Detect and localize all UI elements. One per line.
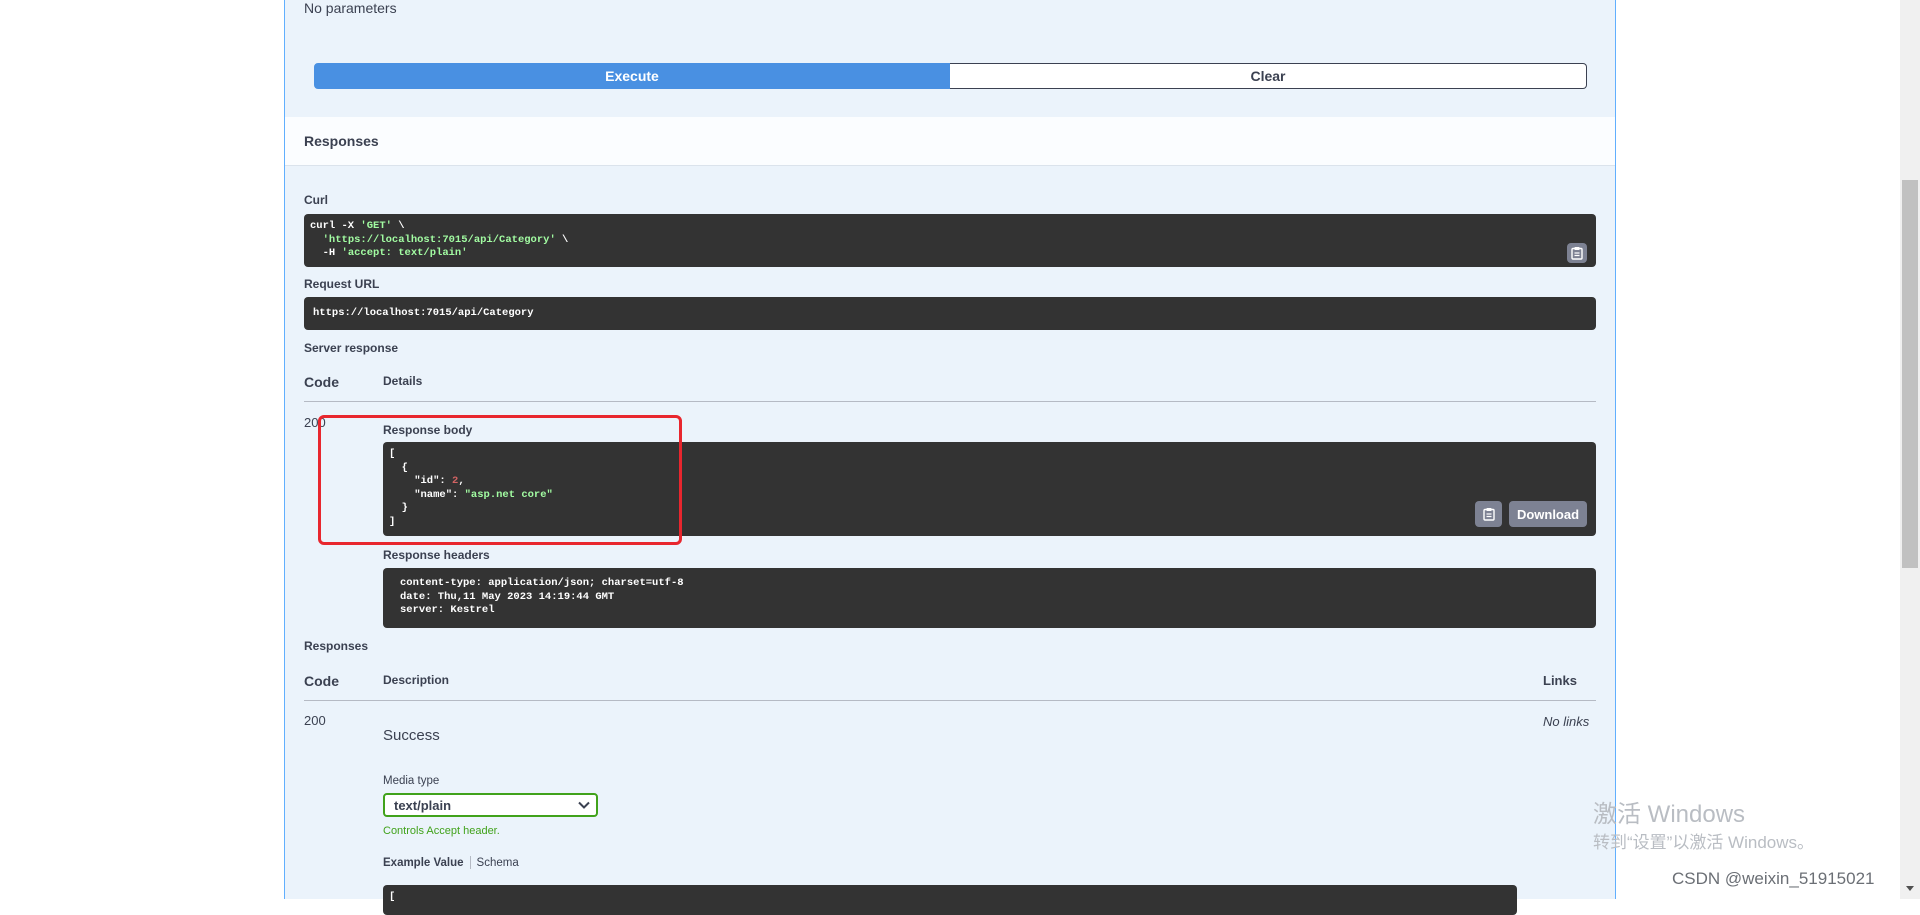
csdn-watermark: CSDN @weixin_51915021 (1672, 869, 1875, 888)
curl-text: \ (391, 220, 405, 232)
operation-block: No parameters Execute Clear Responses Cu… (284, 0, 1616, 915)
json-text: , (458, 475, 465, 487)
tab-divider (469, 856, 471, 869)
json-string: "asp.net core" (464, 488, 553, 501)
json-key: "name": (389, 488, 465, 501)
responses-label: Responses (304, 639, 369, 653)
curl-header: 'accept: text/plain' (341, 247, 468, 259)
example-value-code-block[interactable]: [ (383, 885, 1517, 915)
json-key: "id": (389, 475, 453, 487)
response-body-block[interactable]: [ { "id": 2, "name": "asp.net core" } ] (383, 442, 1596, 536)
download-button[interactable]: Download (1509, 501, 1587, 527)
response-body-label: Response body (383, 423, 473, 437)
json-text: [ (389, 448, 396, 460)
request-url-block[interactable]: https://localhost:7015/api/Category (304, 297, 1596, 330)
curl-text: curl -X (310, 220, 361, 232)
curl-text: \ (555, 233, 569, 246)
responses-section-header: Responses (285, 117, 1615, 166)
scrollbar-thumb[interactable] (1902, 180, 1918, 568)
curl-url: 'https://localhost:7015/api/Category' (322, 233, 556, 246)
responses-divider (304, 700, 1596, 701)
windows-activation-title: 激活 Windows (1593, 801, 1746, 828)
curl-label: Curl (304, 193, 328, 207)
curl-copy-button[interactable] (1567, 243, 1587, 263)
responses-description-header: Description (383, 673, 450, 687)
responses-links-value: No links (1543, 714, 1590, 729)
tab-schema[interactable]: Schema (477, 857, 519, 869)
execute-clear-group: Execute Clear (314, 63, 1587, 89)
curl-text: -H (310, 247, 342, 259)
responses-code: 200 (304, 713, 326, 728)
response-headers-block[interactable]: content-type: application/json; charset=… (383, 568, 1596, 628)
header-line: date: Thu,11 May 2023 14:19:44 GMT (400, 590, 615, 603)
server-response-code: 200 (304, 415, 326, 430)
header-line: content-type: application/json; charset=… (400, 577, 684, 589)
responses-description: Success (383, 727, 440, 744)
json-text: [ (389, 891, 396, 903)
response-headers-label: Response headers (383, 548, 490, 562)
request-url-value: https://localhost:7015/api/Category (313, 307, 534, 319)
scroll-down-arrow-icon[interactable] (1905, 885, 1915, 893)
curl-code-block[interactable]: curl -X 'GET' \ 'https://localhost:7015/… (304, 214, 1596, 267)
server-response-label: Server response (304, 341, 399, 355)
responses-links-header: Links (1543, 673, 1577, 688)
media-type-value: text/plain (394, 797, 452, 813)
clipboard-icon (1482, 508, 1495, 521)
swagger-page: No parameters Execute Clear Responses Cu… (0, 0, 1920, 915)
curl-method: 'GET' (360, 220, 392, 232)
media-type-label: Media type (383, 775, 440, 787)
clipboard-icon (1571, 247, 1583, 260)
server-response-divider (304, 401, 1596, 402)
no-parameters-text: No parameters (304, 0, 397, 16)
server-response-code-header: Code (304, 374, 339, 390)
example-schema-tabs: Example Value Schema (383, 856, 519, 869)
responses-code-header: Code (304, 673, 339, 689)
request-url-label: Request URL (304, 277, 380, 291)
chevron-down-icon (572, 801, 596, 809)
header-line: server: Kestrel (400, 604, 495, 616)
response-body-copy-button[interactable] (1475, 501, 1502, 527)
json-text: { (389, 461, 408, 474)
clear-button[interactable]: Clear (950, 63, 1587, 89)
execute-button[interactable]: Execute (314, 63, 950, 89)
responses-section-title: Responses (304, 133, 379, 149)
json-text: ] (389, 515, 396, 528)
controls-accept-header-text: Controls Accept header. (383, 825, 500, 837)
tab-example-value[interactable]: Example Value (383, 857, 464, 869)
media-type-select[interactable]: text/plain (383, 793, 598, 817)
server-response-details-header: Details (383, 374, 423, 388)
windows-activation-subtitle: 转到“设置”以激活 Windows。 (1593, 833, 1815, 852)
json-text: } (389, 502, 408, 514)
